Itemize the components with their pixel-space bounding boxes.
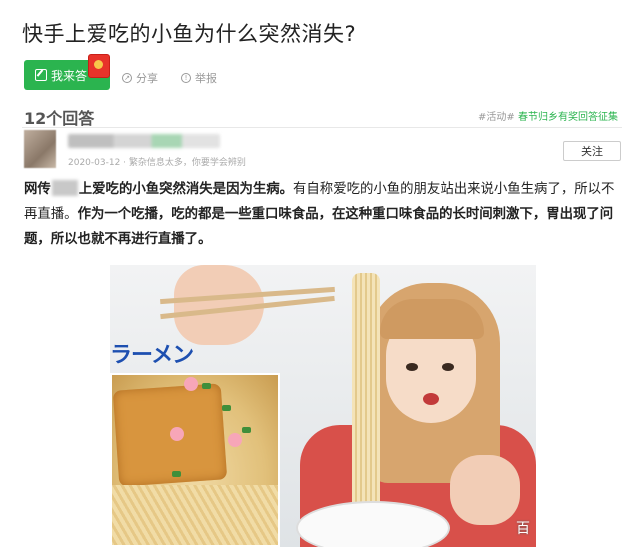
image-mouth	[423, 393, 439, 405]
question-title: 快手上爱吃的小鱼为什么突然消失?	[22, 22, 357, 46]
share-icon: ↗	[122, 73, 132, 83]
answer-text-reason: 作为一个吃播，吃的都是一些重口味食品，在这种重口味食品的长时间刺激下，胃出现了问…	[24, 207, 614, 247]
share-button[interactable]: ↗ 分享	[122, 70, 158, 86]
scallion	[202, 383, 211, 389]
scallion	[222, 405, 231, 411]
avatar[interactable]	[24, 130, 56, 168]
sakura-garnish	[184, 377, 198, 391]
answer-text-claim: 上爱吃的小鱼突然消失是因为生病。	[78, 182, 294, 197]
red-packet-icon[interactable]	[88, 54, 110, 78]
ramen-sign: ラーメン	[110, 343, 194, 368]
report-label: 举报	[195, 72, 217, 85]
scallion	[172, 471, 181, 477]
answer-text-lead: 网传	[24, 182, 51, 197]
image-eye	[406, 363, 418, 371]
image-bangs	[380, 299, 484, 339]
ramen-bowl-inset	[110, 373, 280, 547]
pen-icon	[35, 69, 47, 81]
watermark: 百	[516, 521, 530, 537]
answer-button-label: 我来答	[51, 68, 88, 83]
activity-tag[interactable]: #活动# 春节归乡有奖回答征集	[478, 108, 618, 123]
image-bowl	[296, 501, 450, 547]
activity-tag-link[interactable]: 春节归乡有奖回答征集	[518, 112, 618, 123]
share-label: 分享	[136, 72, 158, 85]
report-icon: !	[181, 73, 191, 83]
redacted-text	[51, 180, 78, 196]
report-button[interactable]: ! 举报	[181, 70, 217, 86]
image-hand	[450, 455, 520, 525]
answer-count: 12个回答	[24, 109, 95, 128]
sakura-garnish	[228, 433, 242, 447]
scallion	[242, 427, 251, 433]
divider	[22, 127, 622, 128]
answer-image[interactable]: ラーメン	[110, 265, 536, 547]
username-redacted	[68, 134, 220, 148]
follow-button[interactable]: 关注	[563, 141, 621, 161]
sakura-garnish	[170, 427, 184, 441]
answer-meta: 2020-03-12 · 繁杂信息太多，你要学会辨别	[68, 158, 246, 168]
answer-body: 网传 上爱吃的小鱼突然消失是因为生病。有自称爱吃的小鱼的朋友站出来说小鱼生病了，所…	[24, 177, 624, 252]
activity-tag-prefix: #活动#	[478, 112, 515, 123]
image-eye	[442, 363, 454, 371]
inset-noodles	[112, 485, 278, 545]
image-noodles	[352, 273, 380, 523]
